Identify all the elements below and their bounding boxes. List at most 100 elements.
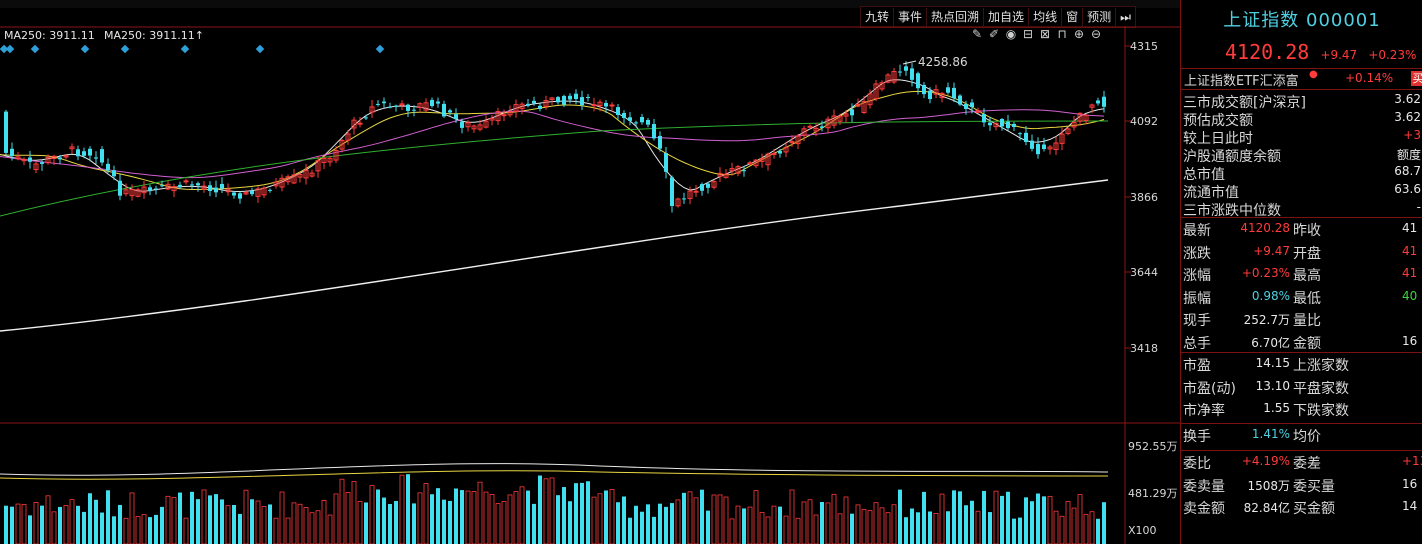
candle-body <box>628 117 632 121</box>
volume-bar <box>568 501 572 544</box>
volume-bar <box>742 508 746 544</box>
candle-body <box>100 149 104 163</box>
quote-value: 0.98% <box>1251 288 1290 303</box>
quote-label: 上涨家数 <box>1293 358 1349 374</box>
event-marker-icon <box>255 44 265 54</box>
candle-body <box>820 126 824 128</box>
window-button[interactable]: 窗 <box>1062 8 1084 26</box>
volume-bar <box>448 500 452 544</box>
kline-chart[interactable] <box>0 26 1180 544</box>
volume-bar <box>406 474 410 544</box>
candle-body <box>1036 144 1040 155</box>
volume-bar <box>1077 494 1083 544</box>
volume-bar <box>201 489 207 544</box>
hot-review-button[interactable]: 热点回溯 <box>927 8 985 26</box>
pencil-icon[interactable]: ✎ <box>970 26 984 42</box>
stat-row: 三市涨跌中位数 - <box>1181 200 1422 219</box>
candle-body <box>220 183 224 189</box>
zoom-out-icon[interactable]: ⊖ <box>1089 26 1103 42</box>
quote-row: 市盈 14.15 上涨家数 <box>1181 353 1422 375</box>
zoom-in-icon[interactable]: ⊕ <box>1072 26 1086 42</box>
candle-body <box>658 135 662 149</box>
volume-bar <box>364 502 368 544</box>
volume-bar <box>160 506 164 544</box>
volume-bar <box>94 499 98 544</box>
price-axis-label: 4315 <box>1130 40 1158 53</box>
quote-label: 市盈(动) <box>1183 380 1236 397</box>
forecast-button[interactable]: 预测 <box>1083 8 1117 26</box>
etf-name[interactable]: 上证指数ETF汇添富 <box>1184 70 1299 89</box>
lock-open-icon[interactable]: ⊓ <box>1055 26 1069 42</box>
quote-label: 振幅 <box>1183 290 1211 307</box>
quote-label: 市盈 <box>1183 358 1211 374</box>
volume-bar <box>1083 513 1089 544</box>
quote-value: +4.19% <box>1241 454 1290 468</box>
volume-axis-unit: X100 <box>1128 524 1157 537</box>
volume-bar <box>345 492 351 544</box>
events-button[interactable]: 事件 <box>894 8 928 26</box>
quote-row: 卖金额 82.84亿 买金额 14 <box>1181 496 1422 518</box>
volume-bar <box>783 515 789 544</box>
volume-bar <box>771 505 777 544</box>
quote-label: 均价 <box>1293 429 1321 445</box>
volume-bar <box>225 505 231 544</box>
eye-icon[interactable]: ◉ <box>1004 26 1018 42</box>
candle-body <box>652 124 656 139</box>
volume-bar <box>279 491 285 544</box>
candle-body <box>646 119 650 125</box>
volume-bar <box>399 474 405 544</box>
chart-area[interactable]: MA250: 3911.11 MA250: 3911.11↑ ✎ ✐ ◉ ⊟ ⊠… <box>0 26 1180 544</box>
quote-label: 卖金额 <box>1183 501 1225 517</box>
candle-body <box>609 104 615 107</box>
candle-body <box>916 73 920 89</box>
price-change: +9.47 <box>1320 48 1358 62</box>
volume-bar <box>549 477 555 544</box>
volume-bar <box>303 507 309 544</box>
candle-body <box>604 102 608 107</box>
volume-bar <box>765 516 771 544</box>
volume-bar <box>412 503 416 544</box>
etf-row[interactable]: 上证指数ETF汇添富 ● +0.14% 买 <box>1181 68 1422 90</box>
quote-label: 委买量 <box>1293 478 1335 495</box>
volume-bar <box>382 497 386 544</box>
ma5-line <box>0 79 1105 193</box>
quote-label: 开盘 <box>1293 245 1321 262</box>
trash-icon[interactable]: ⊠ <box>1038 26 1052 42</box>
volume-bar <box>232 504 236 544</box>
price-axis-label: 3866 <box>1130 191 1158 204</box>
price-line: 4120.28 +9.47 +0.23% <box>1225 40 1416 64</box>
quote-panel: 上证指数 000001 4120.28 +9.47 +0.23% 上证指数ETF… <box>1180 0 1422 544</box>
candle-body <box>988 122 992 126</box>
stat-label: 流通市值 <box>1183 185 1239 201</box>
event-marker-icon <box>30 44 40 54</box>
quote-label: 涨幅 <box>1183 268 1211 284</box>
lock-icon[interactable]: ⊟ <box>1021 26 1035 42</box>
volume-bar <box>214 494 218 544</box>
volume-bar <box>76 505 80 544</box>
event-marker-icon <box>5 44 15 54</box>
add-watchlist-button[interactable]: 加自选 <box>984 8 1030 26</box>
quote-label: 最低 <box>1293 290 1321 307</box>
volume-bar <box>891 504 897 544</box>
volume-bar <box>964 505 968 544</box>
brush-icon[interactable]: ✐ <box>987 26 1001 42</box>
volume-bar <box>801 501 807 544</box>
volume-bar <box>556 495 560 544</box>
moving-average-button[interactable]: 均线 <box>1029 8 1063 26</box>
buy-button[interactable]: 买 <box>1411 71 1422 86</box>
volume-bar <box>622 496 626 544</box>
event-marker-icon <box>180 44 190 54</box>
candle-body <box>160 185 164 187</box>
bar-end-icon[interactable]: ⏭ <box>1116 8 1135 26</box>
index-title: 上证指数 000001 <box>1223 10 1381 31</box>
jiuzhuan-button[interactable]: 九转 <box>861 8 895 26</box>
volume-bar <box>4 505 8 544</box>
candle-body <box>526 103 530 106</box>
volume-bar <box>634 505 638 544</box>
quote-label: 金额 <box>1293 335 1321 352</box>
candle-body <box>178 184 182 188</box>
volume-bar <box>243 489 249 544</box>
volume-bar <box>321 500 327 544</box>
candle-body <box>148 187 152 192</box>
volume-bar <box>388 503 392 544</box>
